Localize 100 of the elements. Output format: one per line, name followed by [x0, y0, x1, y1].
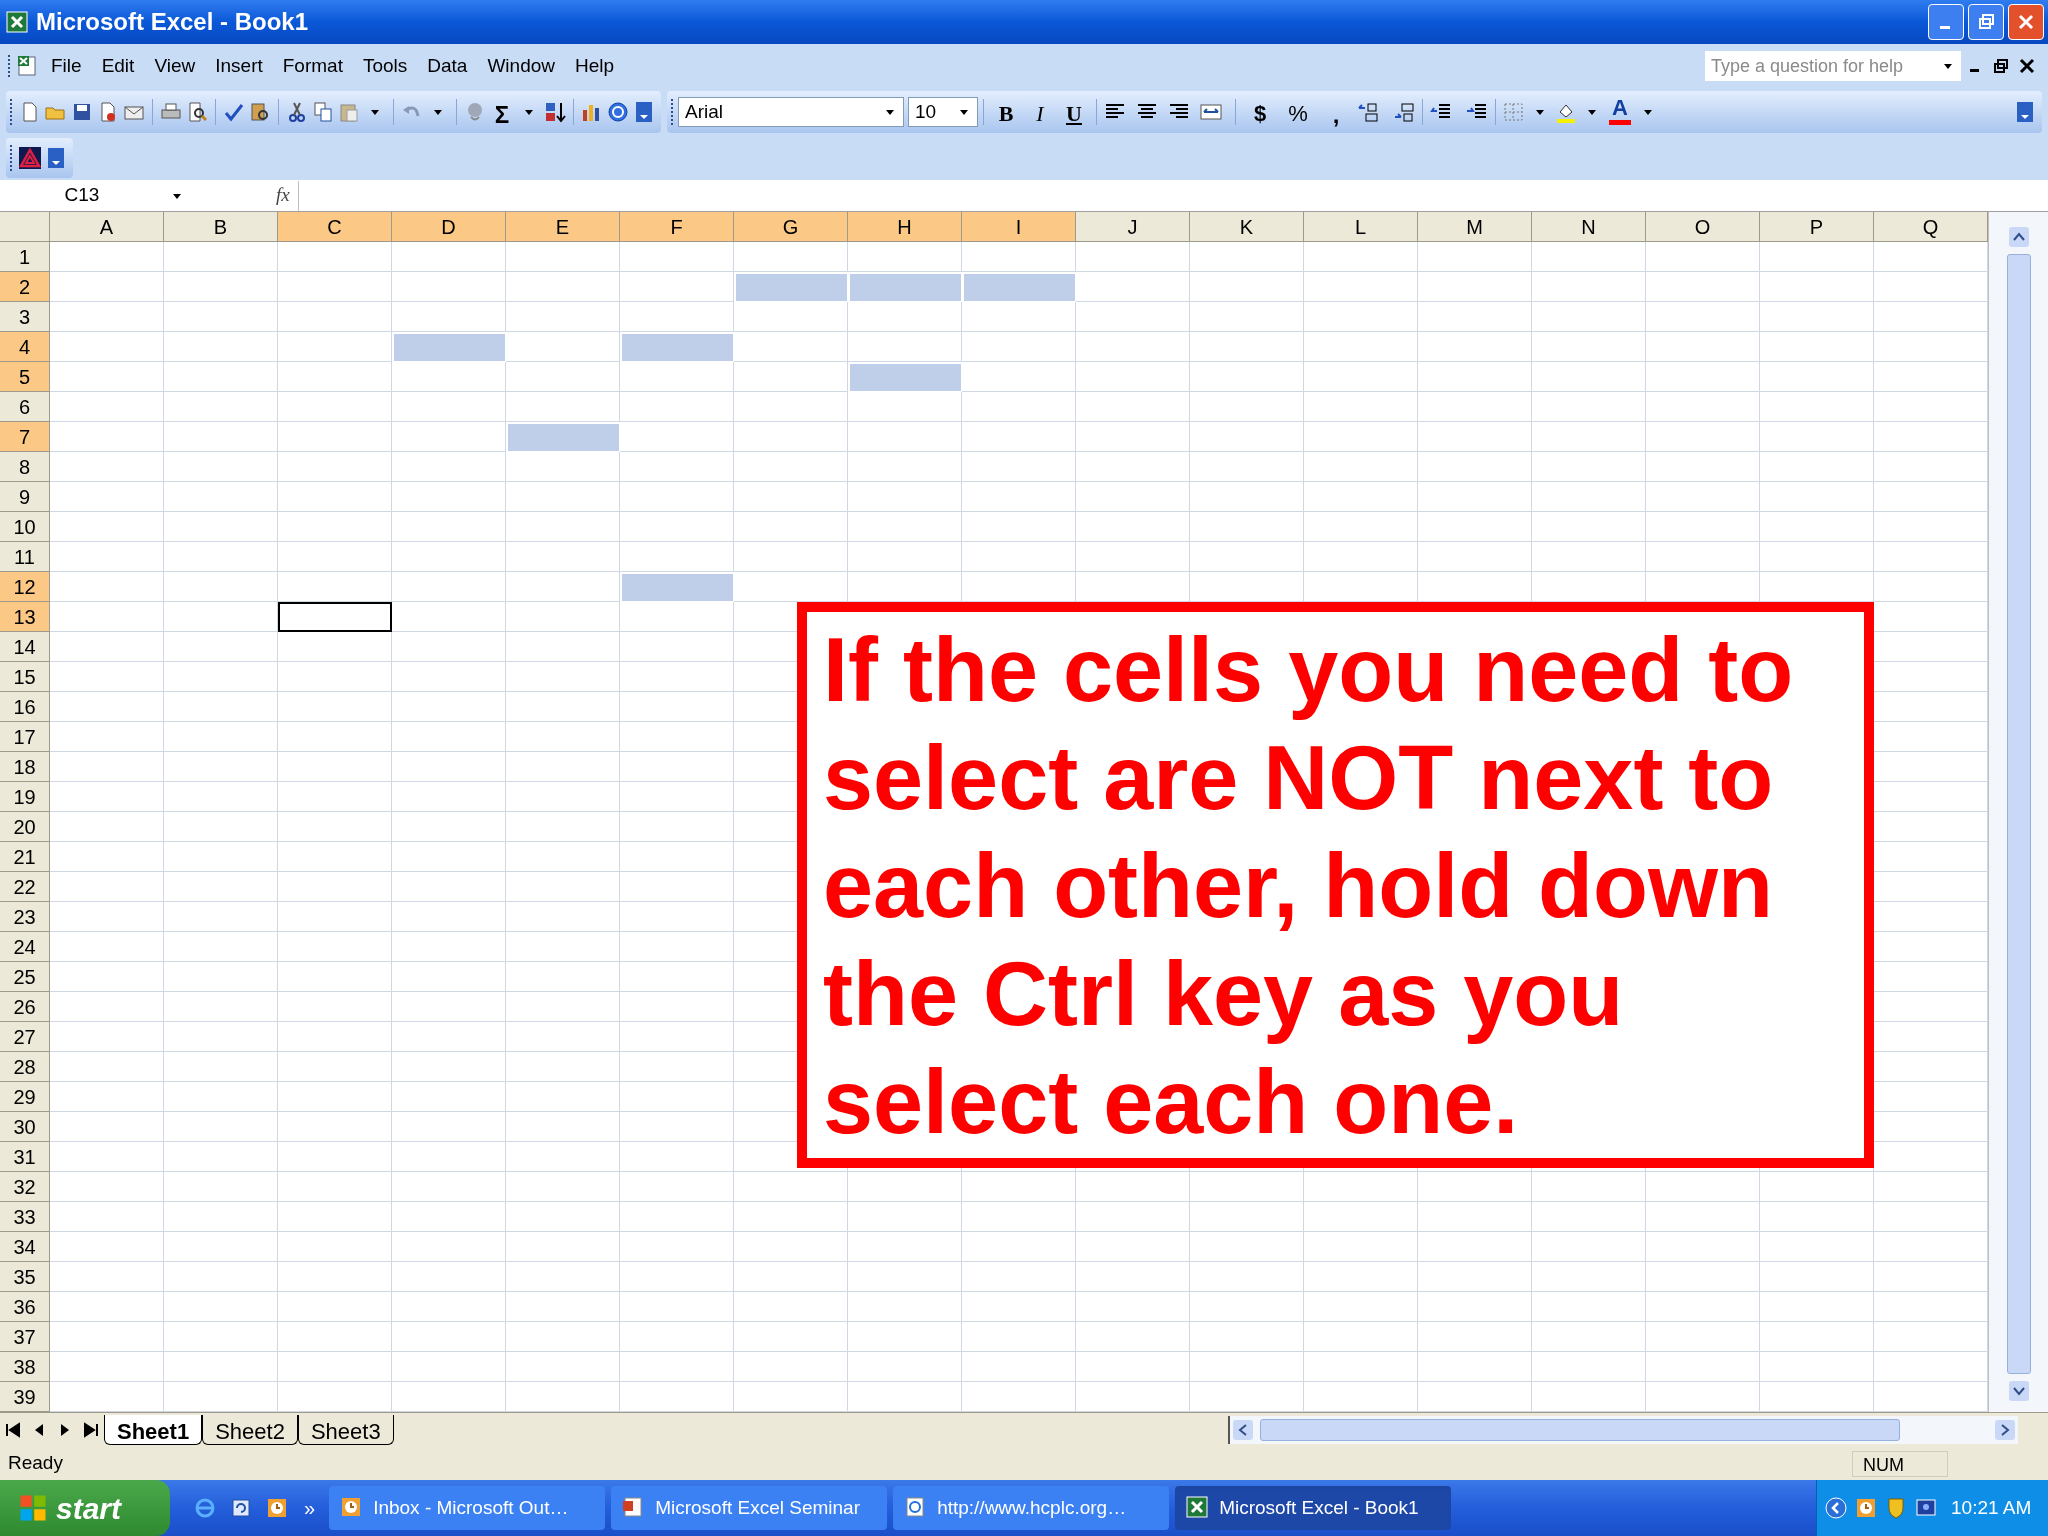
- column-header[interactable]: N: [1532, 212, 1646, 242]
- sheet-tab[interactable]: Sheet1: [104, 1415, 203, 1445]
- column-header[interactable]: Q: [1874, 212, 1988, 242]
- row-header[interactable]: 20: [0, 812, 50, 842]
- row-header[interactable]: 29: [0, 1082, 50, 1112]
- font-dropdown[interactable]: Arial: [678, 97, 904, 127]
- row-header[interactable]: 11: [0, 542, 50, 572]
- selected-cell[interactable]: [506, 422, 620, 452]
- row-header[interactable]: 12: [0, 572, 50, 602]
- row-header[interactable]: 9: [0, 482, 50, 512]
- font-size-dropdown[interactable]: 10: [908, 97, 978, 127]
- start-button[interactable]: start: [0, 1480, 170, 1536]
- taskbar-button[interactable]: http://www.hcplc.org…: [893, 1486, 1170, 1530]
- row-header[interactable]: 14: [0, 632, 50, 662]
- sheet-tab[interactable]: Sheet2: [202, 1415, 298, 1445]
- font-color-button[interactable]: A: [1605, 96, 1635, 128]
- row-header[interactable]: 10: [0, 512, 50, 542]
- row-header[interactable]: 16: [0, 692, 50, 722]
- row-header[interactable]: 35: [0, 1262, 50, 1292]
- row-header[interactable]: 36: [0, 1292, 50, 1322]
- row-header[interactable]: 31: [0, 1142, 50, 1172]
- taskbar-button[interactable]: Inbox - Microsoft Out…: [329, 1486, 606, 1530]
- row-header[interactable]: 19: [0, 782, 50, 812]
- column-header[interactable]: O: [1646, 212, 1760, 242]
- row-header[interactable]: 39: [0, 1382, 50, 1412]
- row-header[interactable]: 27: [0, 1022, 50, 1052]
- menu-item[interactable]: Edit: [91, 50, 145, 82]
- menu-item[interactable]: View: [144, 50, 206, 82]
- row-header[interactable]: 30: [0, 1112, 50, 1142]
- row-header[interactable]: 26: [0, 992, 50, 1022]
- column-header[interactable]: F: [620, 212, 734, 242]
- row-header[interactable]: 13: [0, 602, 50, 632]
- row-header[interactable]: 22: [0, 872, 50, 902]
- vertical-scrollbar[interactable]: [1988, 212, 2048, 1412]
- scroll-thumb[interactable]: [1260, 1419, 1900, 1441]
- minimize-button[interactable]: [1928, 4, 1964, 40]
- row-header[interactable]: 3: [0, 302, 50, 332]
- underline-button[interactable]: U: [1057, 97, 1091, 127]
- close-button[interactable]: [2008, 4, 2044, 40]
- selected-cell[interactable]: [734, 272, 848, 302]
- column-header[interactable]: B: [164, 212, 278, 242]
- row-header[interactable]: 6: [0, 392, 50, 422]
- row-header[interactable]: 21: [0, 842, 50, 872]
- row-header[interactable]: 5: [0, 362, 50, 392]
- active-cell[interactable]: [278, 602, 392, 632]
- scroll-right-icon[interactable]: [1992, 1417, 2018, 1443]
- column-header[interactable]: I: [962, 212, 1076, 242]
- selected-cell[interactable]: [620, 572, 734, 602]
- restore-button[interactable]: [1968, 4, 2004, 40]
- insert-function-button[interactable]: fx: [276, 181, 290, 210]
- menu-item[interactable]: Insert: [205, 50, 273, 82]
- selected-cell[interactable]: [620, 332, 734, 362]
- sheet-tab[interactable]: Sheet3: [297, 1415, 394, 1445]
- taskbar-button[interactable]: Microsoft Excel Seminar: [611, 1486, 888, 1530]
- column-header[interactable]: P: [1760, 212, 1874, 242]
- row-header[interactable]: 34: [0, 1232, 50, 1262]
- row-header[interactable]: 15: [0, 662, 50, 692]
- column-header[interactable]: J: [1076, 212, 1190, 242]
- triangle-logo-icon[interactable]: [17, 145, 43, 171]
- column-header[interactable]: G: [734, 212, 848, 242]
- taskbar-button[interactable]: Microsoft Excel - Book1: [1175, 1486, 1452, 1530]
- menu-item[interactable]: Tools: [352, 50, 418, 82]
- row-header[interactable]: 17: [0, 722, 50, 752]
- column-header[interactable]: M: [1418, 212, 1532, 242]
- row-header[interactable]: 1: [0, 242, 50, 272]
- row-header[interactable]: 23: [0, 902, 50, 932]
- percent-button[interactable]: %: [1279, 97, 1317, 127]
- scroll-thumb[interactable]: [2006, 254, 2031, 1374]
- row-header[interactable]: 38: [0, 1352, 50, 1382]
- row-header[interactable]: 25: [0, 962, 50, 992]
- row-header[interactable]: 33: [0, 1202, 50, 1232]
- menu-item[interactable]: Window: [477, 50, 565, 82]
- row-header[interactable]: 8: [0, 452, 50, 482]
- selected-cell[interactable]: [392, 332, 506, 362]
- bold-button[interactable]: B: [989, 97, 1023, 127]
- column-header[interactable]: D: [392, 212, 506, 242]
- selected-cell[interactable]: [848, 272, 962, 302]
- chevron-left-icon[interactable]: [1823, 1495, 1849, 1521]
- menu-item[interactable]: Format: [272, 50, 353, 82]
- selected-cell[interactable]: [848, 362, 962, 392]
- italic-button[interactable]: I: [1023, 97, 1057, 127]
- row-header[interactable]: 18: [0, 752, 50, 782]
- column-header[interactable]: H: [848, 212, 962, 242]
- row-header[interactable]: 37: [0, 1322, 50, 1352]
- currency-button[interactable]: $: [1241, 97, 1279, 127]
- row-header[interactable]: 4: [0, 332, 50, 362]
- row-header[interactable]: 24: [0, 932, 50, 962]
- menu-item[interactable]: Data: [417, 50, 478, 82]
- scroll-left-icon[interactable]: [1230, 1417, 1256, 1443]
- comma-button[interactable]: ,: [1317, 97, 1355, 127]
- selected-cell[interactable]: [962, 272, 1076, 302]
- autosum-button[interactable]: Σ: [488, 97, 516, 127]
- help-search-field[interactable]: Type a question for help: [1704, 50, 1962, 82]
- column-header[interactable]: A: [50, 212, 164, 242]
- horizontal-scrollbar[interactable]: [1228, 1416, 2018, 1444]
- row-header[interactable]: 32: [0, 1172, 50, 1202]
- row-header[interactable]: 28: [0, 1052, 50, 1082]
- column-header[interactable]: C: [278, 212, 392, 242]
- menu-item[interactable]: File: [41, 50, 92, 82]
- menu-item[interactable]: Help: [565, 50, 625, 82]
